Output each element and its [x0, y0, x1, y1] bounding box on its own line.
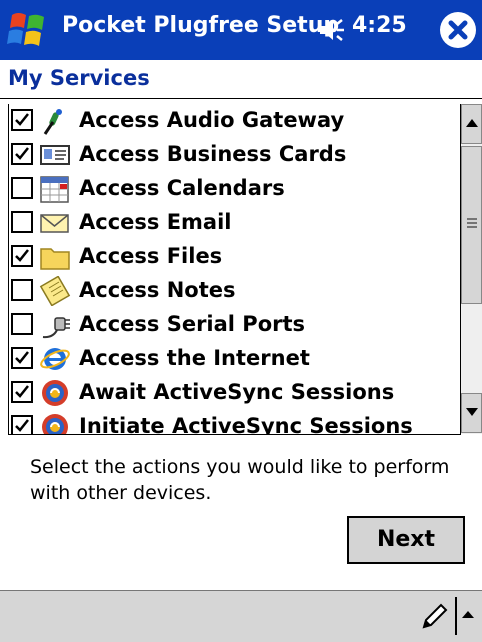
instruction-text: Select the actions you would like to per… [30, 456, 450, 504]
close-button[interactable] [440, 12, 476, 48]
checkmark-icon [15, 385, 29, 398]
service-label: Access Audio Gateway [79, 108, 345, 132]
service-checkbox[interactable] [11, 347, 33, 369]
command-bar [0, 590, 482, 642]
folder-icon [39, 242, 71, 272]
scrollbar-thumb[interactable] [461, 146, 482, 304]
service-label: Await ActiveSync Sessions [79, 380, 395, 404]
calendar-icon [39, 174, 71, 204]
activesync-icon [39, 412, 71, 434]
service-checkbox[interactable] [11, 109, 33, 131]
service-row[interactable]: Initiate ActiveSync Sessions [9, 410, 461, 435]
service-checkbox[interactable] [11, 381, 33, 403]
service-checkbox[interactable] [11, 279, 33, 301]
service-row[interactable]: Access Notes [9, 274, 461, 308]
up-arrow-icon [466, 119, 478, 127]
volume-icon[interactable] [318, 15, 348, 45]
service-row[interactable]: Access Email [9, 206, 461, 240]
service-checkbox[interactable] [11, 211, 33, 233]
checkmark-icon [15, 249, 29, 262]
internet-explorer-icon [39, 344, 71, 374]
service-label: Access Serial Ports [79, 312, 306, 336]
service-row[interactable]: Access the Internet [9, 342, 461, 376]
windows-start-icon[interactable] [6, 9, 50, 51]
service-checkbox[interactable] [11, 177, 33, 199]
service-row[interactable]: Access Audio Gateway [9, 104, 461, 138]
command-bar-separator [455, 597, 457, 635]
envelope-icon [39, 208, 71, 238]
checkmark-icon [15, 419, 29, 432]
notes-icon [39, 275, 71, 307]
service-label: Initiate ActiveSync Sessions [79, 414, 413, 435]
service-checkbox[interactable] [11, 415, 33, 434]
section-divider [0, 98, 482, 99]
grip-icon [467, 218, 477, 228]
service-label: Access Business Cards [79, 142, 347, 166]
business-card-icon [39, 140, 71, 170]
window-title: Pocket Plugfree Setup [62, 13, 340, 38]
close-icon [448, 20, 468, 40]
clock[interactable]: 4:25 [352, 13, 407, 38]
list-scrollbar[interactable] [460, 104, 482, 434]
microphone-icon [39, 106, 71, 136]
service-row[interactable]: Access Business Cards [9, 138, 461, 172]
input-pen-icon[interactable] [418, 601, 450, 633]
service-checkbox[interactable] [11, 313, 33, 335]
down-arrow-icon [466, 408, 478, 416]
section-title: My Services [8, 66, 150, 90]
input-menu-arrow-icon[interactable] [460, 607, 476, 623]
service-label: Access Notes [79, 278, 236, 302]
checkmark-icon [15, 351, 29, 364]
activesync-icon [39, 378, 71, 408]
serial-port-icon [39, 310, 71, 340]
checkmark-icon [15, 113, 29, 126]
service-label: Access Calendars [79, 176, 285, 200]
service-label: Access the Internet [79, 346, 310, 370]
service-row[interactable]: Access Serial Ports [9, 308, 461, 342]
service-row[interactable]: Access Calendars [9, 172, 461, 206]
next-button[interactable]: Next [347, 516, 465, 564]
title-bar: Pocket Plugfree Setup 4:25 [0, 0, 482, 60]
service-row[interactable]: Await ActiveSync Sessions [9, 376, 461, 410]
scroll-up-button[interactable] [461, 104, 482, 144]
checkmark-icon [15, 147, 29, 160]
service-label: Access Email [79, 210, 232, 234]
service-checkbox[interactable] [11, 245, 33, 267]
service-label: Access Files [79, 244, 223, 268]
service-row[interactable]: Access Files [9, 240, 461, 274]
scroll-down-button[interactable] [461, 393, 482, 433]
services-list[interactable]: Access Audio Gateway Access Business Card… [8, 104, 461, 435]
service-checkbox[interactable] [11, 143, 33, 165]
